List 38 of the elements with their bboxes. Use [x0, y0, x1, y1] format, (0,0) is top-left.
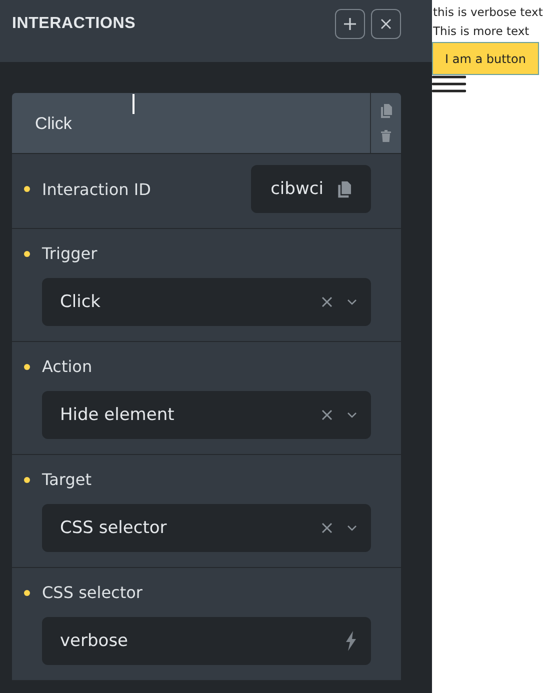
input-field[interactable]: verbose: [42, 617, 371, 665]
id-value: cibwci: [270, 179, 324, 199]
select-field[interactable]: Hide element: [42, 391, 371, 439]
bullet-icon: [24, 590, 30, 596]
field-label: Action: [42, 357, 92, 376]
field-label: Target: [42, 470, 92, 489]
close-icon: [380, 18, 392, 30]
id-field[interactable]: cibwci: [251, 165, 371, 213]
trash-icon[interactable]: [381, 130, 391, 142]
plus-icon: [343, 17, 357, 31]
card-header[interactable]: Click: [12, 93, 401, 154]
field-label: CSS selector: [42, 583, 142, 602]
clear-icon[interactable]: [321, 409, 333, 421]
bullet-icon: [24, 476, 30, 482]
chevron-down-icon: [347, 412, 357, 418]
chevron-down-icon: [347, 299, 357, 305]
field-label: Trigger: [42, 244, 98, 263]
panel-title: INTERACTIONS: [12, 15, 136, 33]
field-label: Interaction ID: [42, 180, 151, 198]
preview-text: this is verbose text: [433, 5, 543, 19]
menu-icon[interactable]: [432, 75, 466, 93]
bullet-icon: [24, 186, 30, 192]
close-button[interactable]: [371, 9, 401, 39]
lightning-icon[interactable]: [345, 631, 357, 651]
bullet-icon: [24, 364, 30, 370]
add-button[interactable]: [335, 9, 365, 39]
interaction-title: Click: [35, 114, 73, 134]
bullet-icon: [24, 250, 30, 256]
copy-icon[interactable]: [380, 104, 392, 118]
clear-icon[interactable]: [321, 522, 333, 534]
preview-text: This is more text: [433, 24, 530, 38]
select-field[interactable]: CSS selector: [42, 504, 371, 552]
clear-icon[interactable]: [321, 296, 333, 308]
preview-button[interactable]: I am a button: [432, 42, 539, 75]
chevron-down-icon: [347, 525, 357, 531]
text-cursor-icon: [132, 94, 135, 114]
select-field[interactable]: Click: [42, 278, 371, 326]
copy-icon[interactable]: [337, 180, 352, 198]
